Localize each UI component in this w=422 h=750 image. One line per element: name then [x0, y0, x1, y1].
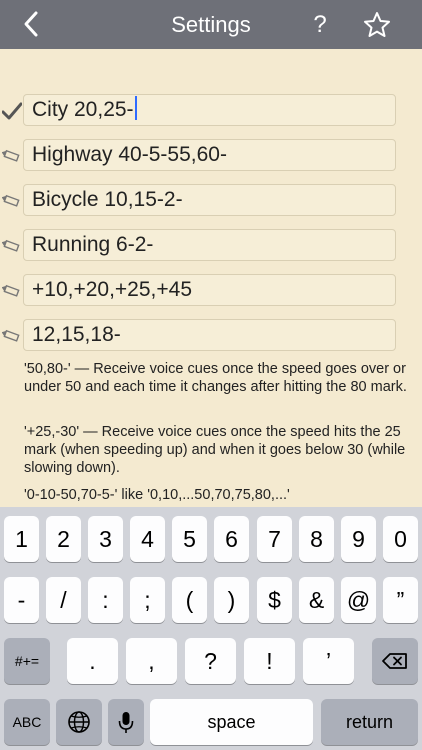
key-at[interactable]: @	[341, 577, 376, 623]
key-4[interactable]: 4	[130, 516, 165, 562]
page-title: Settings	[171, 12, 251, 37]
key-8[interactable]: 8	[299, 516, 334, 562]
preset-row-3[interactable]: Bicycle 10,15-2-	[0, 184, 422, 218]
preset-input-bicycle[interactable]: Bicycle 10,15-2-	[23, 184, 396, 216]
star-icon	[364, 12, 390, 37]
navigation-bar: Settings ?	[0, 0, 422, 49]
key-globe[interactable]	[56, 699, 102, 745]
globe-icon	[68, 711, 90, 733]
key-2[interactable]: 2	[46, 516, 81, 562]
key-return[interactable]: return	[321, 699, 418, 745]
preset-row-2[interactable]: Highway 40-5-55,60-	[0, 139, 422, 173]
pencil-icon[interactable]	[2, 192, 22, 210]
preset-value: City 20,25-	[32, 98, 134, 121]
key-quote[interactable]: ”	[383, 577, 418, 623]
key-slash[interactable]: /	[46, 577, 81, 623]
preset-input-relative[interactable]: +10,+20,+25,+45	[23, 274, 396, 306]
pencil-icon[interactable]	[2, 327, 22, 345]
microphone-icon	[118, 712, 134, 733]
key-comma[interactable]: ,	[126, 638, 177, 684]
help-text-1: '50,80-' — Receive voice cues once the s…	[24, 361, 407, 395]
checkmark-icon	[2, 102, 22, 120]
preset-input-running[interactable]: Running 6-2-	[23, 229, 396, 261]
pencil-icon[interactable]	[2, 237, 22, 255]
key-exclamation[interactable]: !	[244, 638, 295, 684]
key-7[interactable]: 7	[257, 516, 292, 562]
key-0[interactable]: 0	[383, 516, 418, 562]
key-5[interactable]: 5	[172, 516, 207, 562]
preset-input-city[interactable]: City 20,25-	[23, 94, 396, 126]
key-hyphen[interactable]: -	[4, 577, 39, 623]
key-1[interactable]: 1	[4, 516, 39, 562]
help-text-3: '0-10-50,70-5-' like '0,10,...50,70,75,8…	[24, 487, 290, 503]
key-open-paren[interactable]: (	[172, 577, 207, 623]
key-backspace[interactable]	[372, 638, 418, 684]
keyboard: 1 2 3 4 5 6 7 8 9 0 - / : ; ( ) $ & @ ” …	[0, 507, 422, 750]
key-colon[interactable]: :	[88, 577, 123, 623]
key-3[interactable]: 3	[88, 516, 123, 562]
preset-row-4[interactable]: Running 6-2-	[0, 229, 422, 263]
pencil-icon[interactable]	[2, 147, 22, 165]
preset-row-6[interactable]: 12,15,18-	[0, 319, 422, 353]
pencil-icon[interactable]	[2, 282, 22, 300]
help-button[interactable]: ?	[306, 0, 334, 49]
key-microphone[interactable]	[108, 699, 144, 745]
key-dollar[interactable]: $	[257, 577, 292, 623]
preset-input-highway[interactable]: Highway 40-5-55,60-	[23, 139, 396, 171]
help-text-2: '+25,-30' — Receive voice cues once the …	[24, 424, 406, 476]
key-abc[interactable]: ABC	[4, 699, 50, 745]
key-question[interactable]: ?	[185, 638, 236, 684]
key-symbols-toggle[interactable]: #+=	[4, 638, 50, 684]
preset-row-5[interactable]: +10,+20,+25,+45	[0, 274, 422, 308]
key-9[interactable]: 9	[341, 516, 376, 562]
key-semicolon[interactable]: ;	[130, 577, 165, 623]
key-close-paren[interactable]: )	[214, 577, 249, 623]
key-space[interactable]: space	[150, 699, 313, 745]
key-period[interactable]: .	[67, 638, 118, 684]
key-6[interactable]: 6	[214, 516, 249, 562]
favorite-button[interactable]	[362, 10, 392, 40]
key-ampersand[interactable]: &	[299, 577, 334, 623]
preset-row-1[interactable]: City 20,25-	[0, 94, 422, 128]
key-apostrophe[interactable]: ’	[303, 638, 354, 684]
preset-input-custom[interactable]: 12,15,18-	[23, 319, 396, 351]
backspace-icon	[382, 653, 407, 669]
text-caret	[134, 96, 137, 120]
